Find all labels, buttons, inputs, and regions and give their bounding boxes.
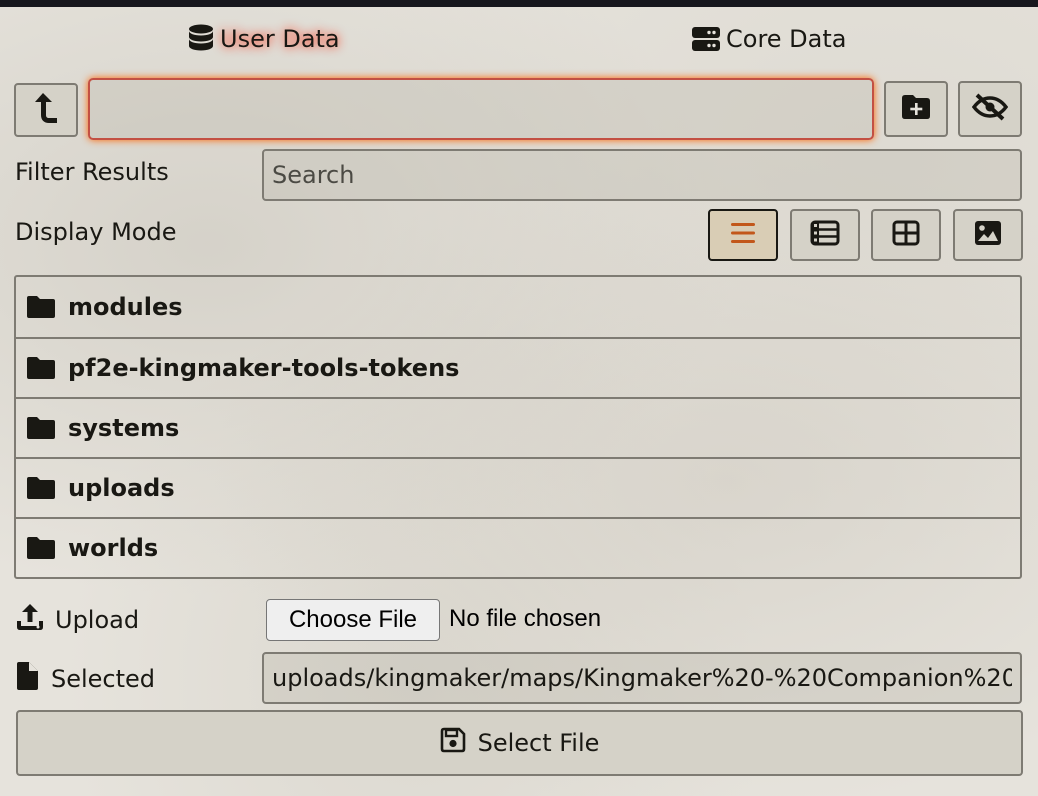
tab-core-data-label: Core Data bbox=[726, 25, 847, 53]
display-mode-list-button[interactable] bbox=[708, 209, 778, 261]
directory-name: systems bbox=[68, 414, 180, 442]
upload-label: Upload bbox=[55, 606, 140, 634]
select-file-label: Select File bbox=[477, 729, 600, 757]
folder-icon bbox=[26, 416, 56, 440]
folder-plus-icon bbox=[901, 94, 931, 124]
table-list-icon bbox=[810, 220, 840, 250]
folder-icon bbox=[26, 476, 56, 500]
choose-file-button[interactable]: Choose File bbox=[266, 599, 440, 641]
directory-item-systems[interactable]: systems bbox=[16, 397, 1020, 457]
directory-item-modules[interactable]: modules bbox=[16, 277, 1020, 337]
database-icon bbox=[188, 24, 214, 54]
upload-icon bbox=[15, 603, 45, 637]
server-icon bbox=[692, 26, 720, 52]
display-mode-images-button[interactable] bbox=[953, 209, 1023, 261]
list-icon bbox=[730, 221, 756, 249]
tab-user-data-label: User Data bbox=[220, 25, 340, 53]
upload-row-label: Upload bbox=[15, 603, 139, 637]
level-up-icon bbox=[33, 91, 59, 129]
display-mode-thumbs-button[interactable] bbox=[790, 209, 860, 261]
file-status-text: No file chosen bbox=[449, 605, 602, 632]
directory-list: modules pf2e-kingmaker-tools-tokens syst… bbox=[14, 275, 1022, 579]
selected-label: Selected bbox=[51, 665, 156, 693]
directory-name: modules bbox=[68, 293, 183, 321]
toggle-private-button[interactable] bbox=[958, 81, 1022, 137]
display-mode-tiles-button[interactable] bbox=[871, 209, 941, 261]
save-icon bbox=[440, 727, 466, 759]
current-path-input[interactable] bbox=[88, 78, 874, 140]
directory-name: worlds bbox=[68, 534, 159, 562]
filter-results-label: Filter Results bbox=[15, 158, 169, 186]
go-up-button[interactable] bbox=[14, 83, 78, 137]
display-mode-label: Display Mode bbox=[15, 218, 177, 246]
selected-file-input[interactable] bbox=[262, 652, 1022, 704]
folder-icon bbox=[26, 295, 56, 319]
select-file-button[interactable]: Select File bbox=[16, 710, 1023, 776]
file-icon bbox=[15, 661, 39, 697]
grid-icon bbox=[892, 220, 920, 250]
selected-row-label: Selected bbox=[15, 661, 155, 697]
search-input[interactable] bbox=[262, 149, 1022, 201]
directory-item-uploads[interactable]: uploads bbox=[16, 457, 1020, 517]
directory-item-pf2e-kingmaker-tools-tokens[interactable]: pf2e-kingmaker-tools-tokens bbox=[16, 337, 1020, 397]
tab-core-data[interactable]: Core Data bbox=[692, 20, 846, 58]
tab-user-data[interactable]: User Data bbox=[188, 20, 340, 58]
image-icon bbox=[974, 220, 1002, 250]
folder-icon bbox=[26, 536, 56, 560]
window-top-bar bbox=[0, 0, 1038, 7]
directory-name: uploads bbox=[68, 474, 175, 502]
directory-name: pf2e-kingmaker-tools-tokens bbox=[68, 354, 460, 382]
source-tabs: User Data Core Data bbox=[0, 20, 1038, 58]
eye-slash-icon bbox=[971, 93, 1009, 125]
directory-item-worlds[interactable]: worlds bbox=[16, 517, 1020, 577]
folder-icon bbox=[26, 356, 56, 380]
new-folder-button[interactable] bbox=[884, 81, 948, 137]
